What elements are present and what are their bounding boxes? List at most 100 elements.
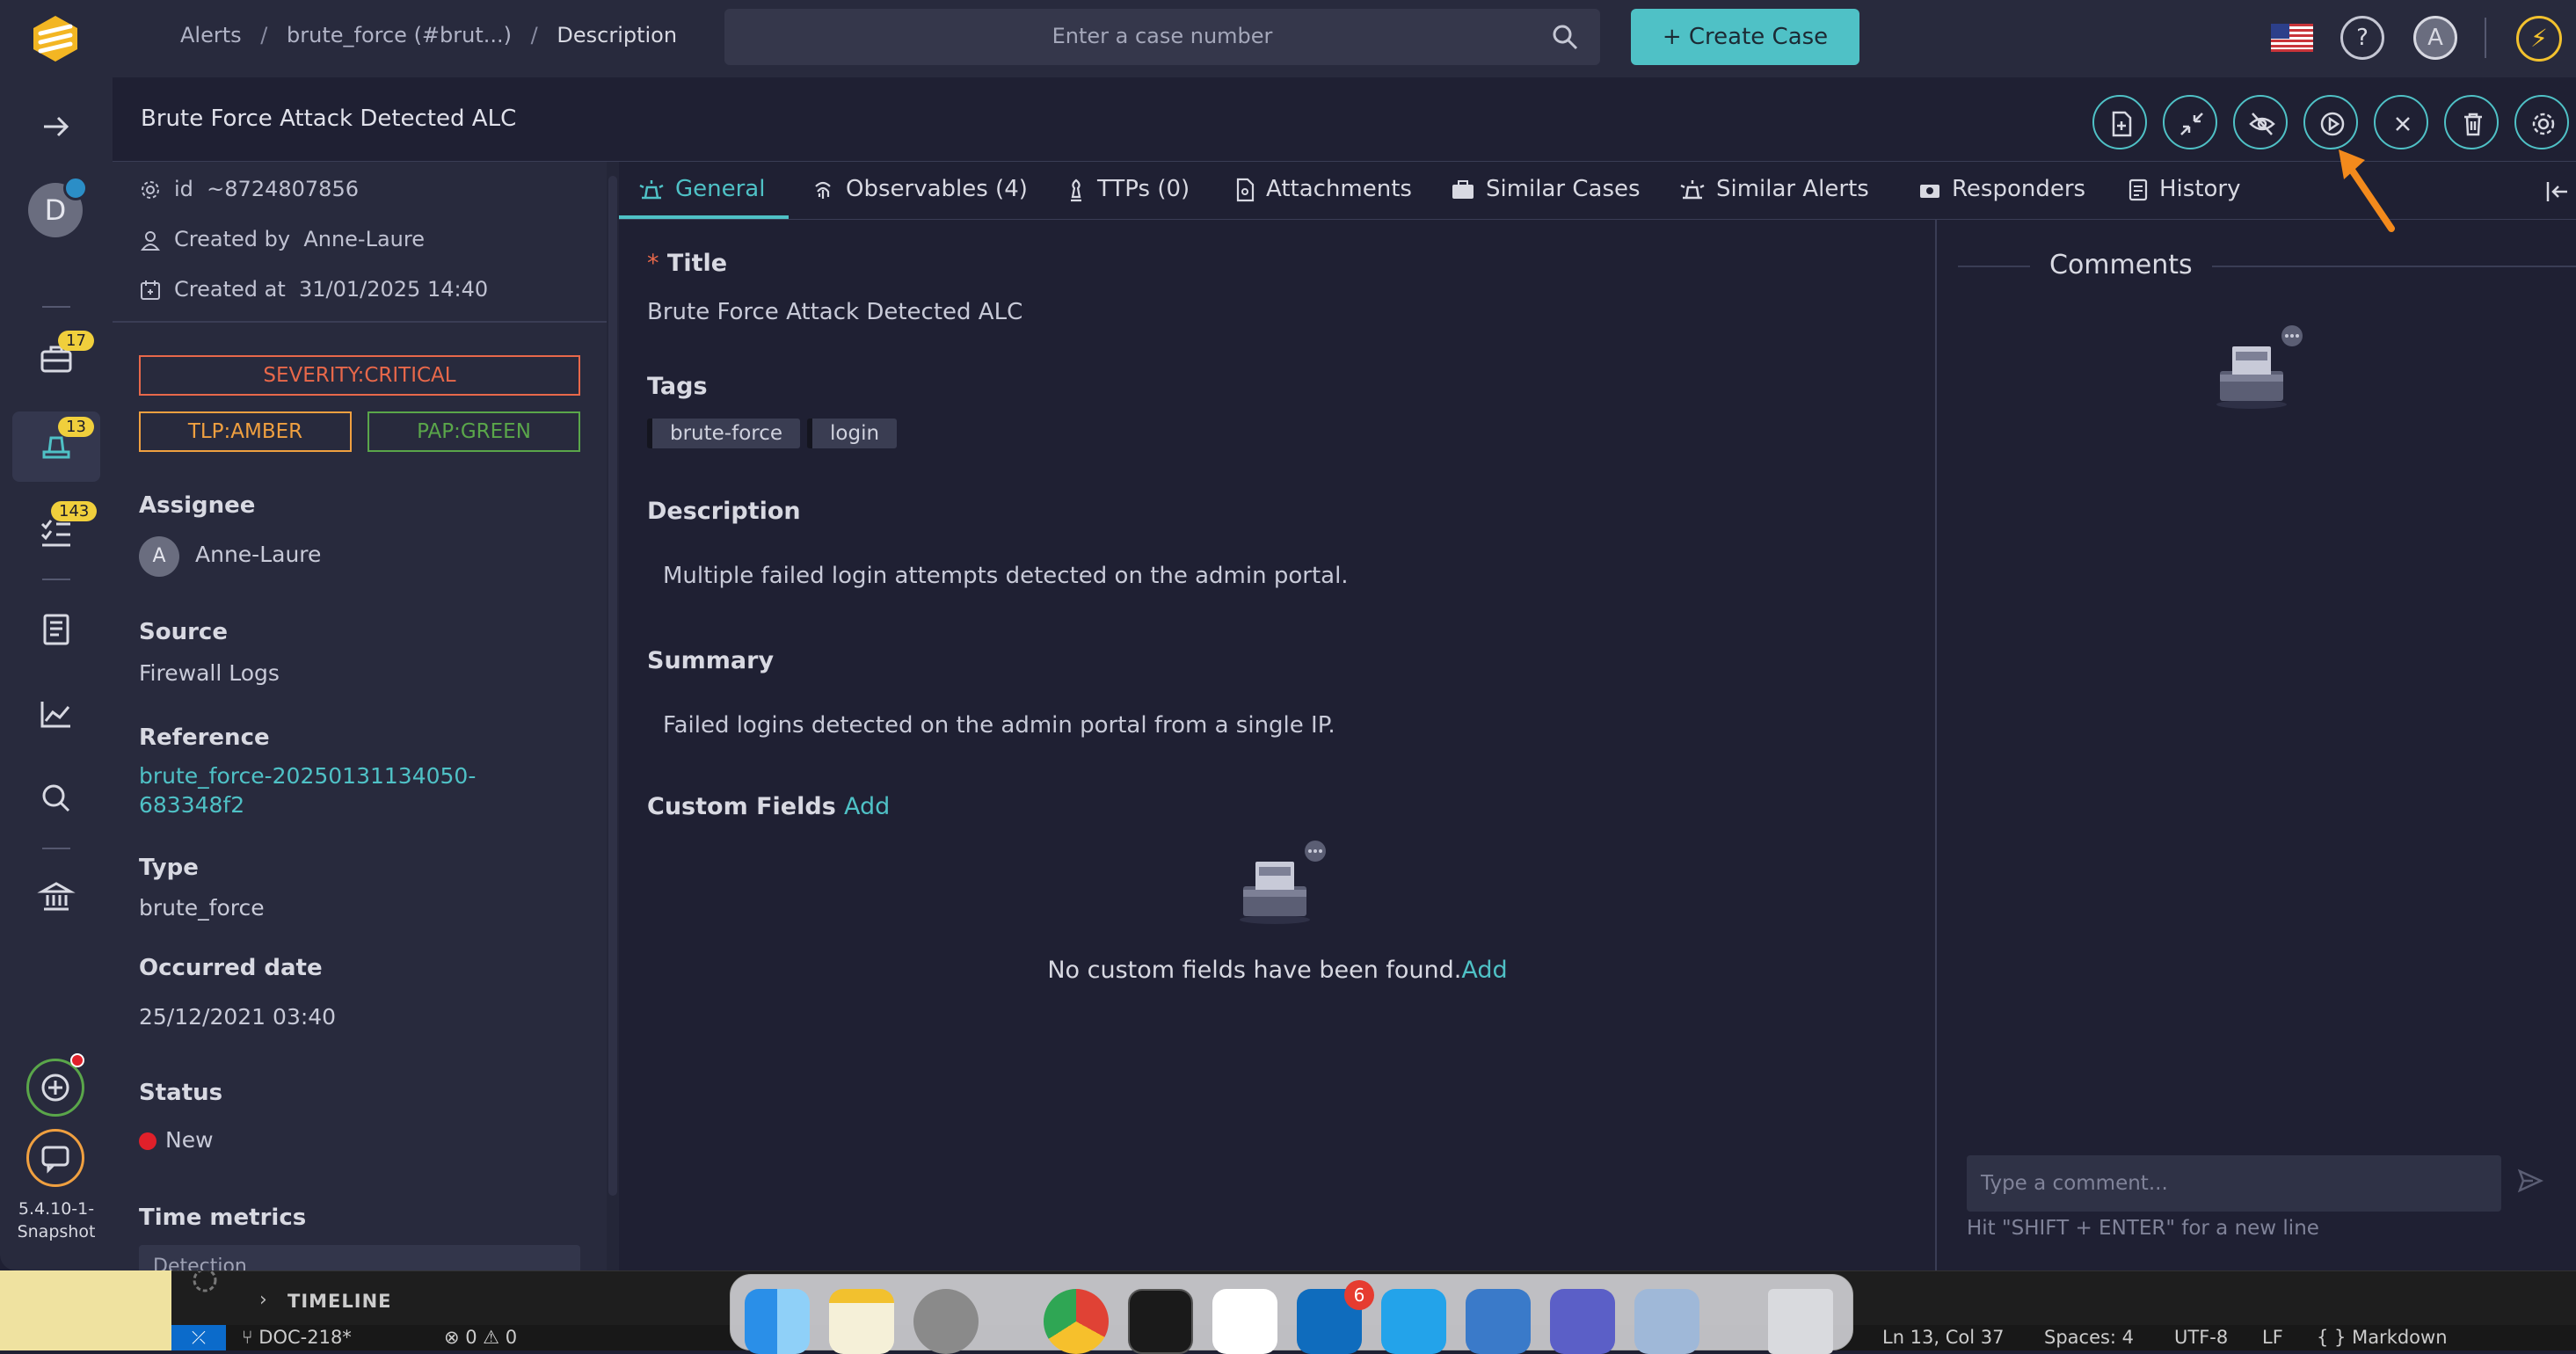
organisation-icon[interactable] [35,876,77,918]
knowledge-base-icon[interactable] [35,608,77,651]
history-list-icon [2128,178,2148,200]
breadcrumb-alert[interactable]: brute_force (#brut...) [287,23,512,47]
created-by-value: Anne-Laure [303,227,425,251]
indentation[interactable]: Spaces: 4 [2044,1327,2134,1348]
divider [113,321,607,323]
chat-support-icon[interactable] [26,1129,84,1187]
merge-button[interactable] [2163,95,2217,149]
dashboards-icon[interactable] [35,693,77,735]
simplenote-icon[interactable] [1466,1289,1531,1354]
chevron-right-icon[interactable]: › [259,1289,267,1311]
branch-name: DOC-218* [258,1327,352,1348]
problems-indicator[interactable]: ⊗ 0 ⚠ 0 [444,1327,517,1348]
reference-link-line1[interactable]: brute_force-20250131134050- [139,763,476,789]
custom-fields-add-link[interactable]: Add [844,793,890,820]
status-value[interactable]: New [165,1127,214,1153]
vscode-icon[interactable] [1381,1289,1446,1354]
alert-details-panel: id ~8724807856 Created by Anne-Laure Cre… [113,162,607,1270]
version-label: 5.4.10-1- Snapshot [0,1197,113,1243]
file-icon [1236,178,1255,201]
preview-icon[interactable] [1634,1289,1699,1354]
system-settings-icon[interactable] [913,1289,979,1354]
line-ending[interactable]: LF [2262,1327,2283,1348]
summary-value[interactable]: Failed logins detected on the admin port… [663,712,1335,739]
user-avatar[interactable]: A [2413,16,2457,60]
remote-indicator-icon[interactable]: ⤫ [171,1325,226,1350]
macos-dock: 6 [730,1274,1853,1354]
tab-label: Similar Alerts [1716,176,1869,202]
empty-comments-icon [2216,325,2303,409]
fingerprint-icon [815,181,831,199]
teams-icon[interactable] [1550,1289,1615,1354]
trash-icon[interactable] [1768,1289,1833,1354]
tab-label: Observables (4) [846,176,1028,202]
outlook-badge: 6 [1344,1280,1374,1310]
occurred-value: 25/12/2021 03:40 [139,1004,337,1030]
language-flag-icon[interactable] [2271,24,2313,52]
alert-siren-icon [639,179,664,199]
nav-divider [42,306,70,308]
bolt-icon[interactable]: ⚡ [2516,16,2562,62]
created-at: Created at 31/01/2025 14:40 [139,277,488,302]
thehive-logo[interactable] [25,11,86,65]
comments-title: Comments [2030,250,2212,280]
tag-chip[interactable]: brute-force [647,419,801,448]
case-search-input[interactable]: Enter a case number [724,9,1600,65]
comment-input[interactable]: Type a comment... [1967,1155,2501,1212]
expand-arrow-icon[interactable] [35,106,77,148]
tab-history[interactable]: History [2128,176,2241,202]
version-line2: Snapshot [17,1222,96,1241]
tab-attachments[interactable]: Attachments [1234,176,1412,202]
tag-chip[interactable]: login [807,419,898,448]
alerts-count-badge: 13 [58,417,94,437]
timeline-header[interactable]: TIMELINE [287,1291,392,1312]
breadcrumb-alerts[interactable]: Alerts [180,23,242,47]
switch-org-icon[interactable] [63,176,88,200]
terminal-icon[interactable] [1128,1289,1193,1354]
severity-badge[interactable]: SEVERITY:CRITICAL [139,355,580,396]
chrome-icon[interactable] [1044,1289,1109,1354]
gear-icon[interactable] [187,1271,222,1298]
assignee-name[interactable]: Anne-Laure [195,542,321,567]
tab-observables[interactable]: Observables (4) [811,176,1028,202]
slack-icon[interactable] [1212,1289,1277,1354]
empty-add-link[interactable]: Add [1461,957,1507,984]
custom-fields-empty-message: No custom fields have been found.Add [619,957,1936,984]
trash-icon [2464,113,2482,136]
tab-responders[interactable]: Responders [1918,176,2085,202]
delete-button[interactable] [2444,95,2499,149]
branch-indicator[interactable]: ⑂ DOC-218* [242,1327,352,1348]
tags-label: Tags [647,373,708,400]
required-marker: * [647,250,659,277]
search-icon[interactable] [35,777,77,819]
reference-link-line2[interactable]: 683348f2 [139,792,244,818]
description-value[interactable]: Multiple failed login attempts detected … [663,563,1349,589]
tab-ttps[interactable]: TTPs (0) [1066,176,1190,202]
settings-button[interactable] [2514,95,2569,149]
empty-message-text: No custom fields have been found. [1047,957,1462,984]
collapse-panel-icon[interactable] [2544,179,2571,204]
tlp-badge[interactable]: TLP:AMBER [139,411,352,452]
comment-hint: Hit "SHIFT + ENTER" for a new line [1967,1217,2319,1240]
cursor-position[interactable]: Ln 13, Col 37 [1882,1327,2005,1348]
pap-badge[interactable]: PAP:GREEN [367,411,580,452]
gear-icon [2532,113,2555,135]
help-icon[interactable]: ? [2340,16,2384,60]
details-scroll-thumb[interactable] [608,176,617,1196]
tab-similar-cases[interactable]: Similar Cases [1451,176,1641,202]
notes-icon[interactable] [829,1289,894,1354]
play-icon [2320,112,2345,136]
finder-icon[interactable] [745,1289,810,1354]
create-case-button[interactable]: + Create Case [1631,9,1859,65]
ignore-button[interactable] [2233,95,2288,149]
tab-label: Similar Cases [1486,176,1641,202]
language-mode[interactable]: { } Markdown [2317,1327,2448,1348]
detection-metric: Detection [139,1245,580,1270]
tab-similar-alerts[interactable]: Similar Alerts [1679,176,1869,202]
export-to-case-button[interactable] [2092,95,2147,149]
source-label: Source [139,619,228,645]
encoding[interactable]: UTF-8 [2174,1327,2228,1348]
send-icon[interactable] [2517,1168,2543,1194]
tab-general[interactable]: General [638,176,765,202]
title-value[interactable]: Brute Force Attack Detected ALC [647,299,1022,325]
